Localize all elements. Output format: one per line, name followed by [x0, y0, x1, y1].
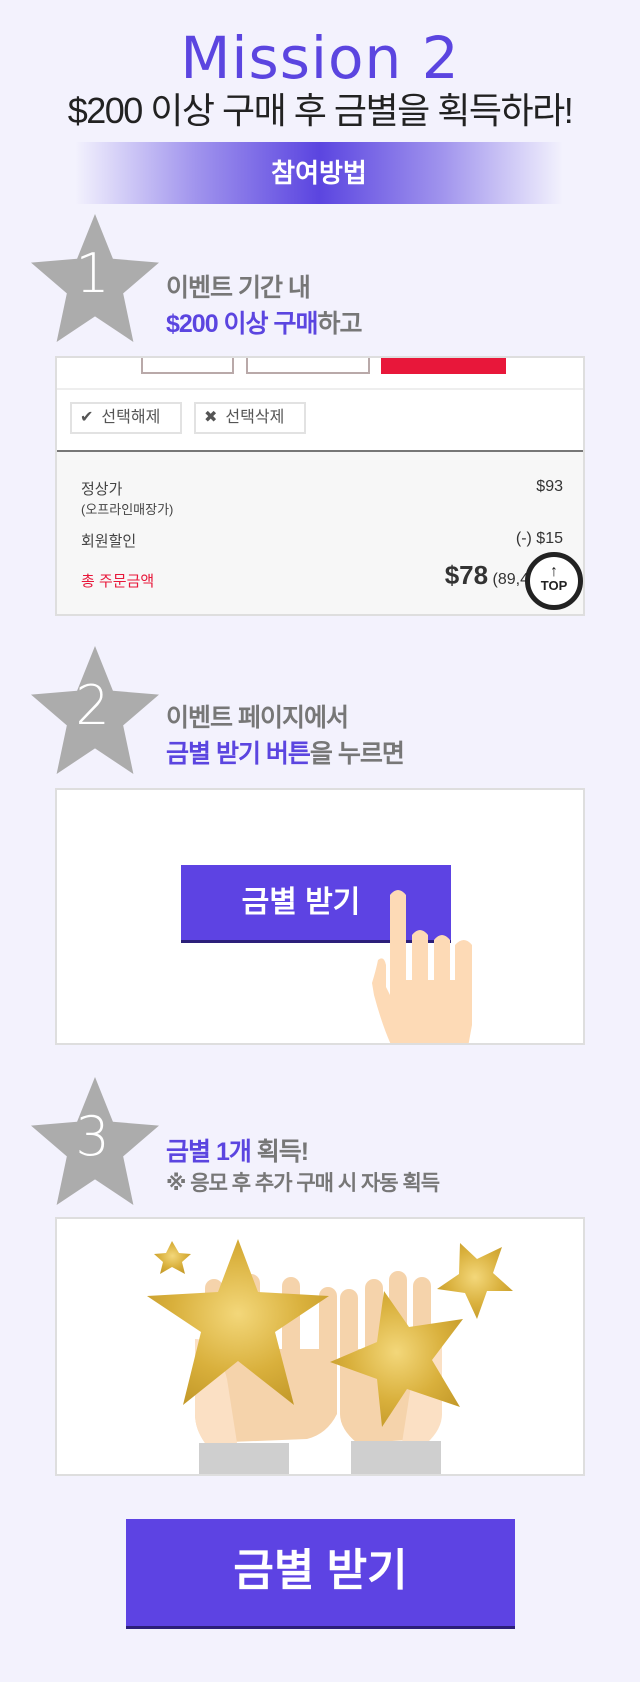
gold-star-illustration	[55, 1217, 585, 1476]
member-discount-label: 회원할인	[81, 533, 137, 550]
step-1-line1: 이벤트 기간 내	[166, 274, 311, 302]
step-2-line1: 이벤트 페이지에서	[166, 704, 349, 732]
deselect-label: 선택해제	[101, 409, 161, 426]
order-summary: 정상가 (오프라인매장가) $93 회원할인 (-) $15 총 주문금액 $78 (…	[57, 450, 583, 614]
step-1-rest: 하고	[317, 310, 363, 338]
hands-holding-stars-illustration	[147, 1239, 513, 1474]
step-number: 3	[75, 1105, 110, 1168]
partial-order-button	[381, 358, 506, 374]
scroll-top-button[interactable]: ↑ TOP	[525, 552, 583, 610]
step-2-text: 이벤트 페이지에서 금별 받기 버튼을 누르면	[166, 700, 405, 772]
top-label: TOP	[540, 578, 568, 593]
regular-price-sub: (오프라인매장가)	[81, 502, 174, 517]
delete-selected-button[interactable]: ✖ 선택삭제	[194, 402, 306, 434]
partial-button	[141, 358, 234, 374]
check-icon: ✔	[80, 409, 94, 426]
step-1-text: 이벤트 기간 내 $200 이상 구매하고	[166, 270, 363, 342]
step-2-star-icon: 2	[30, 646, 160, 774]
step-number: 2	[75, 674, 110, 737]
step-3-star-icon: 3	[30, 1077, 160, 1205]
regular-price-label: 정상가	[81, 481, 123, 498]
arrow-up-icon: ↑	[550, 563, 558, 580]
claim-gold-star-button[interactable]: 금별 받기	[126, 1519, 515, 1629]
button-demo-box: 금별 받기	[55, 788, 585, 1045]
how-to-banner: 참여방법	[75, 142, 563, 204]
close-icon: ✖	[204, 409, 218, 426]
gold-star-icon	[437, 1243, 513, 1319]
gold-star-icon	[154, 1241, 191, 1274]
pointing-hand-icon	[372, 890, 472, 1043]
total-price: $78	[444, 560, 489, 590]
step-number: 1	[75, 242, 110, 305]
step-3-note: ※ 응모 후 추가 구매 시 자동 획득	[166, 1172, 440, 1195]
step-3-text: 금별 1개 획득! ※ 응모 후 추가 구매 시 자동 획득	[166, 1134, 440, 1198]
step-3-highlight: 금별 1개	[166, 1138, 252, 1166]
deselect-button[interactable]: ✔ 선택해제	[70, 402, 182, 434]
member-discount: (-) $15	[515, 530, 563, 547]
step-2-rest: 을 누르면	[309, 740, 405, 768]
total-sub: (89,4	[492, 571, 529, 588]
delete-selected-label: 선택삭제	[225, 409, 285, 426]
step-3-rest: 획득!	[250, 1138, 309, 1166]
step-1-highlight: $200 이상 구매	[166, 310, 319, 338]
step-2-highlight: 금별 받기 버튼	[166, 740, 311, 768]
partial-button	[246, 358, 370, 374]
step-1-star-icon: 1	[30, 214, 160, 342]
mission-subtitle: $200 이상 구매 후 금별을 획득하라!	[67, 90, 574, 131]
regular-price: $93	[536, 478, 563, 495]
cart-screenshot: ✔ 선택해제 ✖ 선택삭제 정상가 (오프라인매장가) $93 회원할인 (-) $15 …	[55, 356, 585, 616]
